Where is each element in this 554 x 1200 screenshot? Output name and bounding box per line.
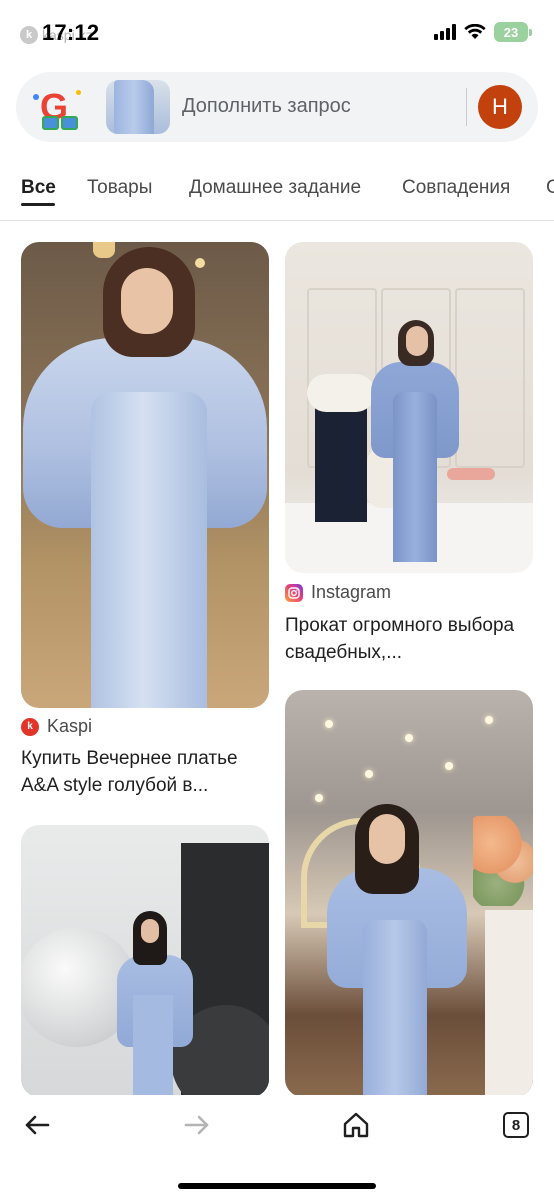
result-title[interactable]: Прокат огромного выбора свадебных,...	[285, 612, 535, 666]
tab-more[interactable]: С	[546, 177, 554, 199]
search-divider	[466, 88, 467, 126]
account-avatar[interactable]: Н	[478, 85, 522, 129]
kaspi-app-icon: k	[20, 26, 38, 44]
result-image[interactable]	[21, 242, 269, 708]
tab-all[interactable]: Все	[21, 177, 56, 199]
result-source[interactable]: k Kaspi	[21, 716, 92, 737]
signal-icon	[434, 24, 456, 40]
filter-tabs: Все Товары Домашнее задание Совпадения С	[0, 165, 554, 221]
back-button[interactable]	[17, 1105, 57, 1145]
tabs-button[interactable]: 8	[496, 1105, 536, 1145]
instagram-logo-icon	[285, 583, 303, 602]
tab-matches[interactable]: Совпадения	[402, 177, 510, 199]
status-icons: 23	[434, 22, 532, 42]
home-indicator[interactable]	[178, 1183, 376, 1189]
tab-homework[interactable]: Домашнее задание	[189, 177, 361, 199]
forward-button[interactable]	[177, 1105, 217, 1145]
result-image[interactable]	[285, 242, 533, 573]
back-arrow-icon	[25, 1115, 50, 1135]
search-bar[interactable]: G Дополнить запрос Н	[16, 72, 538, 142]
search-image-thumbnail[interactable]	[106, 80, 170, 134]
forward-arrow-icon	[184, 1115, 209, 1135]
result-source-name: Instagram	[311, 582, 392, 602]
tab-products[interactable]: Товары	[87, 177, 152, 199]
google-lens-icon[interactable]: G	[32, 84, 90, 134]
status-time: 17:12	[42, 20, 100, 45]
wifi-icon	[464, 24, 486, 39]
result-source[interactable]: Instagram	[285, 582, 391, 603]
active-tab-indicator	[21, 203, 55, 206]
search-input[interactable]: Дополнить запрос	[182, 95, 351, 118]
result-image[interactable]	[285, 690, 533, 1097]
result-source-name: Kaspi	[47, 716, 93, 736]
result-title[interactable]: Купить Вечернее платье A&A style голубой…	[21, 745, 271, 799]
battery-level: 23	[494, 22, 528, 42]
status-bar: k kaspi.kz 17:12 23	[0, 0, 554, 66]
kaspi-logo-icon: k	[21, 717, 39, 736]
battery-icon: 23	[494, 22, 532, 42]
home-button[interactable]	[336, 1105, 376, 1145]
result-image[interactable]	[21, 825, 269, 1097]
tabs-icon: 8	[503, 1112, 529, 1138]
home-icon	[343, 1112, 369, 1138]
